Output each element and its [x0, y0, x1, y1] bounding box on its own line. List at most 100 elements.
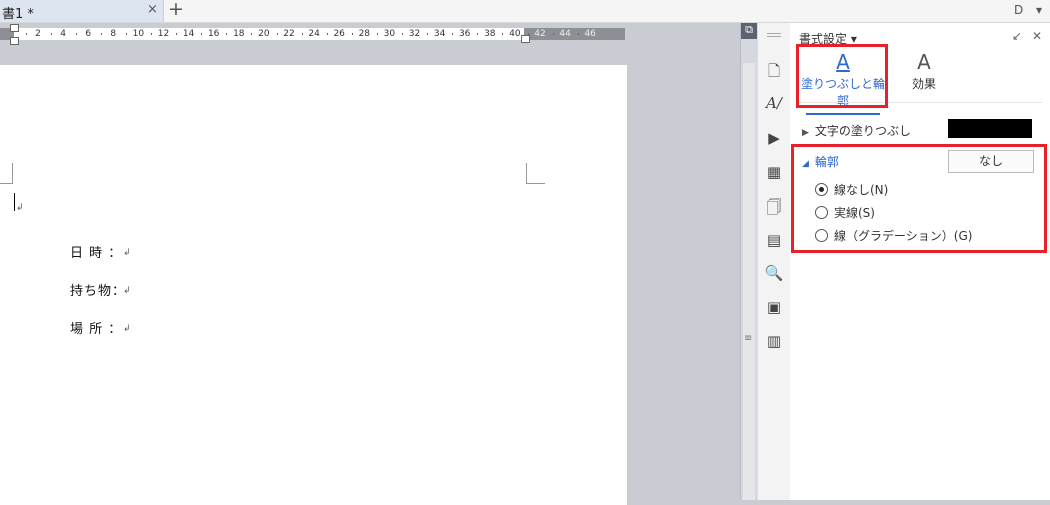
ruler-tick-label: 4: [60, 29, 66, 39]
collapse-triangle-icon: ◢: [802, 159, 809, 169]
ruler-tick-label: 22: [283, 29, 295, 39]
ruler-tick-label: 12: [157, 29, 170, 39]
ruler-tick-label: 46: [584, 29, 596, 39]
document-icon[interactable]: 🗍: [758, 197, 790, 222]
ruler-tick-mark: [326, 33, 328, 35]
ruler-tick-mark: [75, 33, 77, 35]
ruler-tick-label: 36: [458, 29, 471, 39]
ruler-tick-mark: [552, 33, 554, 35]
expand-triangle-icon: ▶: [802, 128, 809, 138]
format-settings-panel: 書式設定 ▾ ↙ ✕ A 塗りつぶしと輪郭 A 効果 ▶ 文字の塗りつぶし ◢ 輪郭…: [790, 23, 1050, 500]
scrollbar-grip-icon: ≡: [744, 333, 753, 344]
ruler-tick-mark: [402, 33, 403, 35]
ruler-tick-label: 14: [182, 29, 195, 39]
document-tab-title: 書1 *: [2, 7, 34, 22]
document-tab[interactable]: 書1 * ×: [0, 0, 164, 22]
radio-label: 実線(S): [834, 206, 875, 220]
paragraph-mark: ↲: [123, 324, 131, 334]
radio-solid-line[interactable]: 実線(S): [815, 204, 875, 221]
text-cursor: [14, 193, 15, 211]
first-line-indent-marker[interactable]: [10, 24, 19, 32]
strip-drag-handle-icon[interactable]: [767, 33, 781, 37]
image-icon[interactable]: ▣: [758, 298, 790, 316]
margin-corner-right: [526, 163, 545, 184]
active-tab-indicator: [806, 113, 880, 115]
ruler-tick-label: 40: [509, 29, 521, 39]
account-icon[interactable]: D: [1014, 3, 1023, 17]
ruler-tick-mark: [226, 33, 228, 35]
highlight-box-tab: [796, 44, 888, 108]
new-tab-button[interactable]: +: [168, 0, 184, 20]
tab-effects[interactable]: A 効果: [900, 51, 948, 92]
text-effect-tab-icon: A: [917, 50, 931, 74]
ruler-tick-mark: [201, 33, 203, 35]
close-panel-icon[interactable]: ✕: [1032, 29, 1042, 43]
paragraph-mark: ↲: [123, 248, 131, 258]
text-fill-section-header[interactable]: ▶ 文字の塗りつぶし: [802, 122, 911, 139]
ruler-tick-label: 28: [358, 29, 371, 39]
radio-label: 線（グラデーション）(G): [834, 229, 973, 243]
ruler-tick-label: 30: [383, 29, 396, 39]
ruler-tick-mark: [452, 33, 454, 35]
text-fill-label: 文字の塗りつぶし: [814, 124, 912, 138]
split-view-icon[interactable]: ⧉: [741, 23, 757, 39]
ruler-tick-label: 16: [207, 29, 220, 39]
right-indent-marker[interactable]: [521, 35, 530, 43]
ruler-tick-mark: [477, 33, 479, 35]
radio-unselected-icon: [815, 206, 828, 219]
spelling-icon[interactable]: A/: [758, 94, 790, 112]
window-menu-icon[interactable]: ▾: [1036, 3, 1042, 17]
radio-label: 線なし(N): [834, 183, 889, 197]
ruler-tick-label: 26: [333, 29, 345, 39]
ruler-tick-label: 6: [85, 29, 92, 39]
horizontal-ruler[interactable]: 2 4 6 8 10 12 14 16 18 20 22 24 26 28 30 32 34 36 38 40 42 44…: [0, 24, 625, 45]
ruler-tick-label: 10: [132, 29, 145, 39]
vertical-scrollbar[interactable]: ⧉ ≡: [740, 23, 758, 500]
ruler-tick-mark: [176, 33, 178, 35]
outline-none-button[interactable]: なし: [948, 150, 1034, 173]
close-tab-icon[interactable]: ×: [147, 2, 158, 17]
document-area: 2 4 6 8 10 12 14 16 18 20 22 24 26 28 30 32 34 36 38 40 42 44…: [0, 23, 740, 505]
ruler-tick-mark: [25, 33, 27, 35]
paragraph-mark: ↲: [16, 203, 24, 213]
ruler-tick-mark: [50, 33, 52, 35]
tab-bar: 書1 * × + D ▾: [0, 0, 1050, 23]
task-pane-strip: 🗋 A/ ▶ ▦ 🗍 ▤ 🔍 ▣ ▥: [757, 23, 791, 500]
ruler-tick-label: 42: [534, 29, 546, 39]
paragraph-mark: ↲: [123, 286, 131, 296]
ruler-tick-mark: [100, 33, 102, 35]
ruler-tick-mark: [351, 33, 353, 35]
ruler-tick-mark: [251, 33, 253, 35]
ruler-tick-mark: [427, 33, 429, 35]
ruler-tick-mark: [125, 33, 127, 35]
ruler-tick-label: 32: [408, 29, 421, 39]
undock-icon[interactable]: ↙: [1012, 29, 1022, 43]
table-icon[interactable]: ▥: [758, 332, 790, 350]
ruler-tick-mark: [276, 33, 278, 35]
left-indent-marker[interactable]: [10, 37, 19, 45]
radio-no-line[interactable]: 線なし(N): [815, 181, 888, 198]
radio-unselected-icon: [815, 229, 828, 242]
page-icon[interactable]: 🗋: [758, 61, 790, 86]
ruler-tick-label: 18: [233, 29, 245, 39]
radio-gradient-line[interactable]: 線（グラデーション）(G): [815, 227, 972, 244]
ruler-tick-label: 44: [559, 29, 571, 39]
ruler-tick-label: 24: [308, 29, 320, 39]
outline-label: 輪郭: [814, 155, 839, 169]
margin-corner-left: [0, 163, 13, 184]
text-box-icon[interactable]: ▤: [758, 231, 790, 249]
text-fill-color-swatch[interactable]: [948, 119, 1032, 138]
belongings-label: 持ち物：: [70, 284, 127, 299]
ruler-tick-mark: [301, 33, 303, 35]
insert-icon[interactable]: ▶: [758, 129, 790, 147]
outline-section-header[interactable]: ◢ 輪郭: [802, 153, 839, 170]
place-label: 場 所 ：: [70, 322, 123, 337]
format-settings-icon[interactable]: 🔍: [758, 264, 790, 282]
ruler-tick-label: 2: [35, 29, 41, 39]
ruler-tick-label: 38: [484, 29, 496, 39]
layout-icon[interactable]: ▦: [758, 163, 790, 181]
ruler-tick-label: 20: [258, 29, 270, 39]
scrollbar-thumb[interactable]: [743, 63, 755, 500]
document-page[interactable]: ↲ 日 時 ： ↲ 持ち物： ↲ 場 所 ： ↲: [0, 65, 627, 505]
ruler-tick-label: 8: [110, 29, 117, 39]
